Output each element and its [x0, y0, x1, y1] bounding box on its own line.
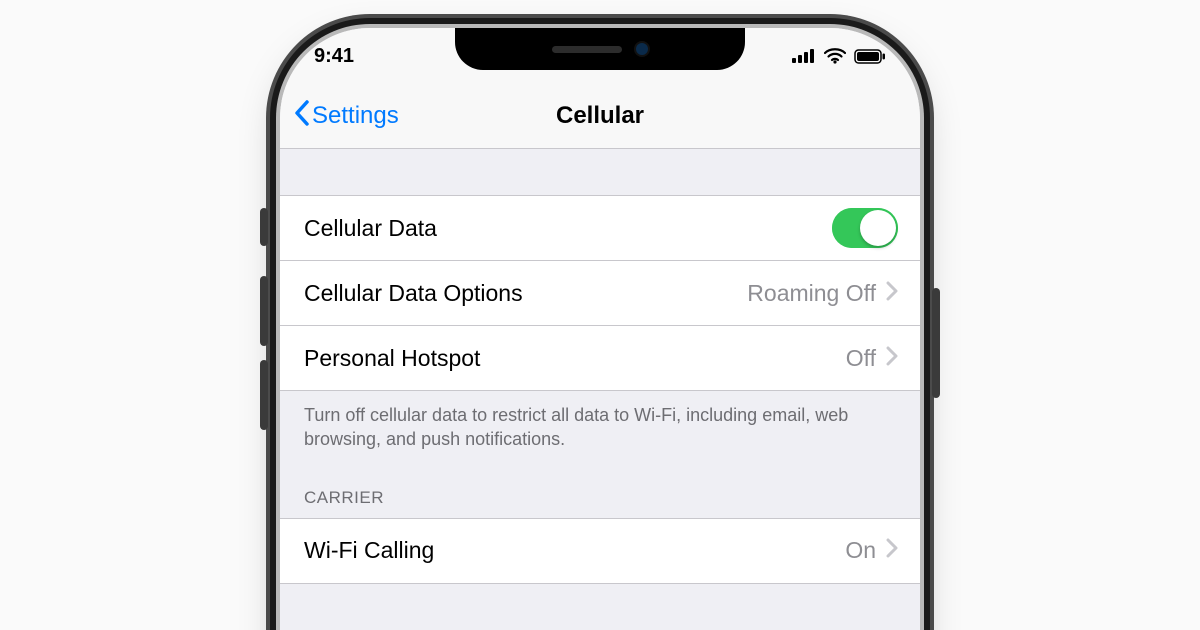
volume-up-button: [260, 276, 268, 346]
cellular-data-label: Cellular Data: [304, 215, 832, 242]
wifi-calling-value: On: [845, 537, 876, 564]
cellular-data-row[interactable]: Cellular Data: [280, 195, 920, 260]
back-label: Settings: [312, 102, 399, 130]
status-time: 9:41: [314, 45, 354, 67]
wifi-calling-row[interactable]: Wi-Fi Calling On: [280, 518, 920, 584]
phone-frame: 9:41: [280, 28, 920, 630]
wifi-icon: [824, 48, 846, 64]
front-camera: [636, 43, 648, 55]
chevron-left-icon: [294, 100, 310, 133]
earpiece-speaker: [552, 46, 622, 53]
personal-hotspot-value: Off: [846, 345, 876, 372]
personal-hotspot-label: Personal Hotspot: [304, 345, 846, 372]
cellular-data-options-value: Roaming Off: [747, 280, 876, 307]
navigation-bar: Settings Cellular: [280, 84, 920, 149]
side-button: [932, 288, 940, 398]
cellular-data-options-label: Cellular Data Options: [304, 280, 747, 307]
section-footer-text: Turn off cellular data to restrict all d…: [280, 391, 920, 460]
chevron-right-icon: [886, 280, 898, 307]
cellular-signal-icon: [792, 49, 816, 63]
chevron-right-icon: [886, 537, 898, 564]
content: Cellular Data Cellular Data Options Roam…: [280, 149, 920, 584]
toggle-knob: [860, 210, 896, 246]
back-button[interactable]: Settings: [280, 100, 399, 133]
volume-down-button: [260, 360, 268, 430]
personal-hotspot-row[interactable]: Personal Hotspot Off: [280, 325, 920, 391]
cellular-data-options-row[interactable]: Cellular Data Options Roaming Off: [280, 260, 920, 325]
battery-icon: [854, 49, 886, 64]
screen: 9:41: [280, 28, 920, 630]
cellular-data-toggle[interactable]: [832, 208, 898, 248]
wifi-calling-label: Wi-Fi Calling: [304, 537, 845, 564]
mute-switch: [260, 208, 268, 246]
section-header-carrier: CARRIER: [280, 460, 920, 518]
notch: [455, 28, 745, 70]
chevron-right-icon: [886, 345, 898, 372]
